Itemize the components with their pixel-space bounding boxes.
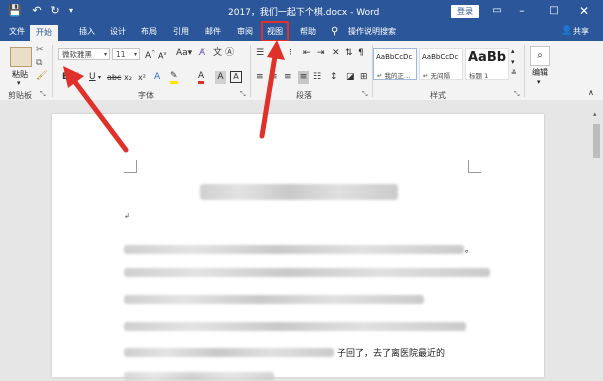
annotation-arrowhead: [267, 40, 285, 60]
annotation-arrowhead: [63, 66, 84, 88]
annotation-arrow-to-font: [69, 75, 129, 153]
annotation-arrow-to-view-tab: [259, 53, 278, 139]
annotation-arrows: [63, 40, 285, 153]
